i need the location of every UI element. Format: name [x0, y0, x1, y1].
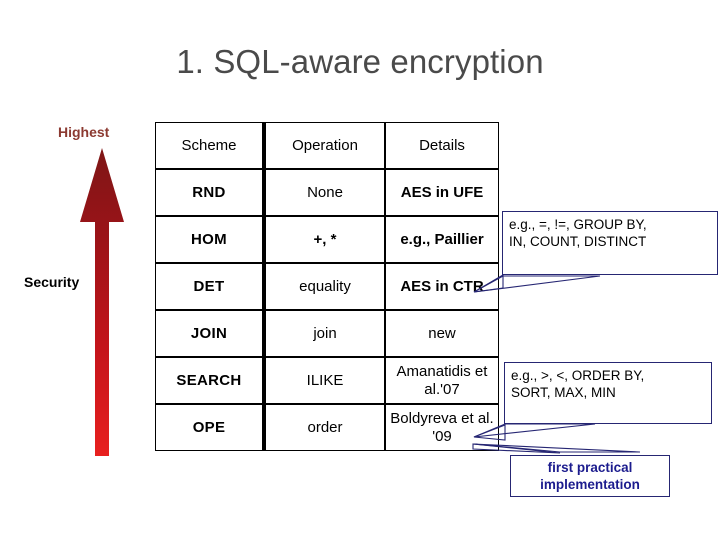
encryption-scheme-table: Scheme Operation Details RND None AES in…: [155, 122, 499, 451]
cell-scheme-hom: HOM: [155, 216, 263, 263]
table-header-row: Scheme Operation Details: [155, 122, 499, 169]
cell-details-search: Amanatidis et al.'07: [385, 357, 499, 404]
cell-details-hom: e.g., Paillier: [385, 216, 499, 263]
callout-det-operations: e.g., =, !=, GROUP BY, IN, COUNT, DISTIN…: [502, 211, 718, 275]
callout-ope-line1: e.g., >, <, ORDER BY,: [511, 368, 645, 383]
cell-operation-search: ILIKE: [263, 357, 385, 404]
column-header-scheme: Scheme: [155, 122, 263, 169]
table-row: HOM +, * e.g., Paillier: [155, 216, 499, 263]
cell-operation-rnd: None: [263, 169, 385, 216]
cell-scheme-det: DET: [155, 263, 263, 310]
table-row: OPE order Boldyreva et al. '09: [155, 404, 499, 451]
cell-details-rnd: AES in UFE: [385, 169, 499, 216]
callout-det-line2: IN, COUNT, DISTINCT: [509, 233, 647, 249]
security-axis-group: Highest Security: [0, 110, 150, 470]
callout-first-practical: first practical implementation: [510, 455, 670, 497]
cell-operation-det: equality: [263, 263, 385, 310]
page-title: 1. SQL-aware encryption: [176, 43, 544, 80]
callout-ope-line2: SORT, MAX, MIN: [511, 384, 616, 400]
table-row: DET equality AES in CTR: [155, 263, 499, 310]
column-header-operation: Operation: [263, 122, 385, 169]
table-row: RND None AES in UFE: [155, 169, 499, 216]
callout-det-line1: e.g., =, !=, GROUP BY,: [509, 217, 647, 232]
cell-scheme-search: SEARCH: [155, 357, 263, 404]
callout-first-line2: implementation: [540, 476, 640, 492]
up-arrow-icon: [80, 148, 124, 456]
table-row: JOIN join new: [155, 310, 499, 357]
cell-details-ope: Boldyreva et al. '09: [385, 404, 499, 451]
cell-scheme-ope: OPE: [155, 404, 263, 451]
axis-label-highest: Highest: [58, 124, 110, 140]
cell-details-det: AES in CTR: [385, 263, 499, 310]
table-row: SEARCH ILIKE Amanatidis et al.'07: [155, 357, 499, 404]
axis-label-security: Security: [24, 274, 80, 290]
cell-scheme-rnd: RND: [155, 169, 263, 216]
callout-first-line1: first practical: [547, 460, 633, 475]
cell-operation-hom: +, *: [263, 216, 385, 263]
cell-operation-ope: order: [263, 404, 385, 451]
cell-details-join: new: [385, 310, 499, 357]
column-header-details: Details: [385, 122, 499, 169]
callout-ope-operations: e.g., >, <, ORDER BY, SORT, MAX, MIN: [504, 362, 712, 424]
cell-operation-join: join: [263, 310, 385, 357]
cell-scheme-join: JOIN: [155, 310, 263, 357]
